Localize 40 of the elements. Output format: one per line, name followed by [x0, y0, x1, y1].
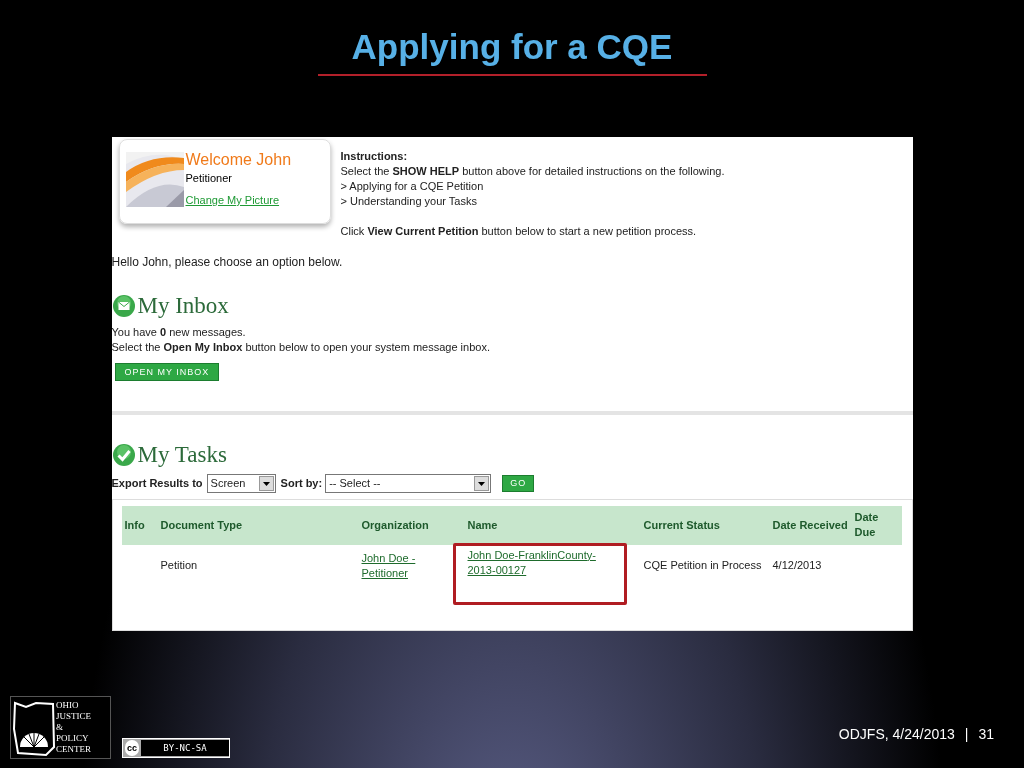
instruction-line: Select the SHOW HELP button above for detailed instructions on the following.: [340, 164, 725, 179]
column-header: Organization: [361, 518, 429, 531]
footer-text: ODJFS, 4/24/2013: [838, 725, 955, 744]
table-cell: CQE Petition in Process: [643, 559, 762, 572]
cc-badge-icon: cc: [125, 740, 139, 756]
inbox-message: Select the Open My Inbox button below to open your system message inbox.: [111, 340, 491, 355]
table-cell: 4/12/2013: [772, 559, 822, 572]
instruction-line: > Understanding your Tasks: [340, 194, 478, 209]
column-header: Name: [467, 518, 498, 531]
column-header: Info: [124, 518, 145, 531]
page-number: 31: [978, 725, 994, 744]
section-heading: My Tasks: [137, 440, 227, 469]
column-header: Date Received: [772, 518, 848, 531]
logo-text: POLICY: [56, 733, 90, 744]
slide-title: Applying for a CQE: [350, 26, 674, 68]
logo-text: &: [56, 722, 64, 733]
instruction-note: Click View Current Petition button below to start a new petition process.: [340, 224, 698, 239]
change-picture-link[interactable]: Change My Picture: [185, 192, 292, 209]
instructions-heading: Instructions:: [340, 149, 409, 164]
welcome-heading: Welcome John: [185, 150, 292, 170]
inbox-message: You have 0 new messages.: [111, 325, 247, 340]
footer-separator: |: [964, 725, 969, 744]
instruction-line: > Applying for a CQE Petition: [340, 179, 485, 194]
sort-select[interactable]: -- Select --: [325, 473, 492, 493]
column-header: Document Type: [160, 518, 243, 531]
greeting-text: Hello John, please choose an option below.: [111, 254, 344, 270]
table-link[interactable]: John Doe - Petitioner: [361, 550, 462, 581]
table-cell: Petition: [160, 559, 198, 572]
column-header: Current Status: [643, 518, 720, 531]
logo-text: JUSTICE: [56, 711, 91, 722]
section-heading: My Inbox: [137, 292, 229, 320]
sort-label: Sort by:: [280, 476, 323, 491]
export-select[interactable]: Screen: [206, 473, 276, 493]
table-link[interactable]: John Doe-FranklinCounty-2013-00127: [467, 547, 608, 578]
logo-text: OHIO: [56, 700, 80, 711]
role-label: Petitioner: [185, 171, 233, 186]
logo-text: CENTER: [56, 744, 91, 755]
license-label: BY-NC-SA: [141, 740, 229, 756]
export-label: Export Results to: [111, 476, 203, 491]
column-header: Date Due: [854, 511, 879, 539]
